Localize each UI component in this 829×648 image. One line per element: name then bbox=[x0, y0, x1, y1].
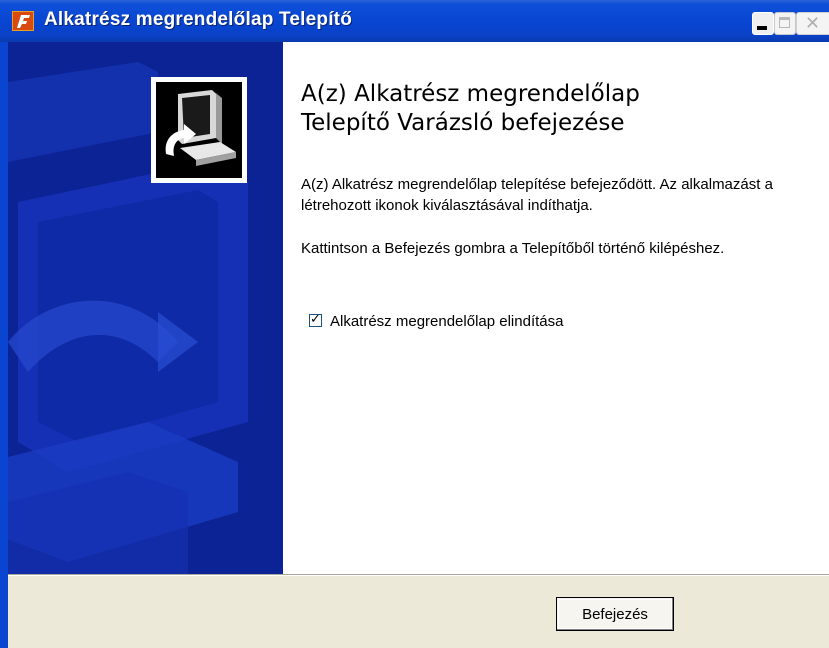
wizard-footer: Befejezés bbox=[8, 576, 829, 648]
installer-logo-frame bbox=[151, 77, 247, 183]
wizard-banner bbox=[8, 42, 283, 574]
maximize-button[interactable] bbox=[774, 12, 796, 35]
checkmark-icon: ✓ bbox=[310, 312, 321, 327]
minimize-icon bbox=[757, 26, 767, 30]
maximize-icon bbox=[779, 17, 790, 28]
minimize-button[interactable] bbox=[752, 12, 774, 35]
page-title-line-2: Telepítő Varázsló befejezése bbox=[301, 110, 625, 136]
title-bar[interactable]: Alkatrész megrendelőlap Telepítő ✕ bbox=[0, 0, 829, 42]
close-button[interactable]: ✕ bbox=[796, 12, 829, 35]
window-left-border bbox=[0, 42, 8, 648]
launch-app-label[interactable]: Alkatrész megrendelőlap elindítása bbox=[330, 312, 563, 331]
installer-computer-icon bbox=[156, 82, 242, 178]
page-title: A(z) Alkatrész megrendelőlap Telepítő Va… bbox=[301, 80, 821, 138]
page-title-line-1: A(z) Alkatrész megrendelőlap bbox=[301, 81, 640, 107]
finish-instruction: Kattintson a Befejezés gombra a Telepítő… bbox=[301, 240, 725, 257]
installer-app-icon bbox=[12, 11, 34, 31]
installer-window: Alkatrész megrendelőlap Telepítő ✕ A(z) … bbox=[0, 0, 829, 648]
completion-message: A(z) Alkatrész megrendelőlap telepítése … bbox=[301, 176, 773, 214]
finish-button[interactable]: Befejezés bbox=[556, 597, 674, 631]
close-icon: ✕ bbox=[805, 13, 821, 34]
window-title: Alkatrész megrendelőlap Telepítő bbox=[44, 9, 353, 30]
wizard-content: A(z) Alkatrész megrendelőlap Telepítő Va… bbox=[283, 42, 829, 574]
launch-app-checkbox[interactable]: ✓ bbox=[309, 312, 322, 327]
